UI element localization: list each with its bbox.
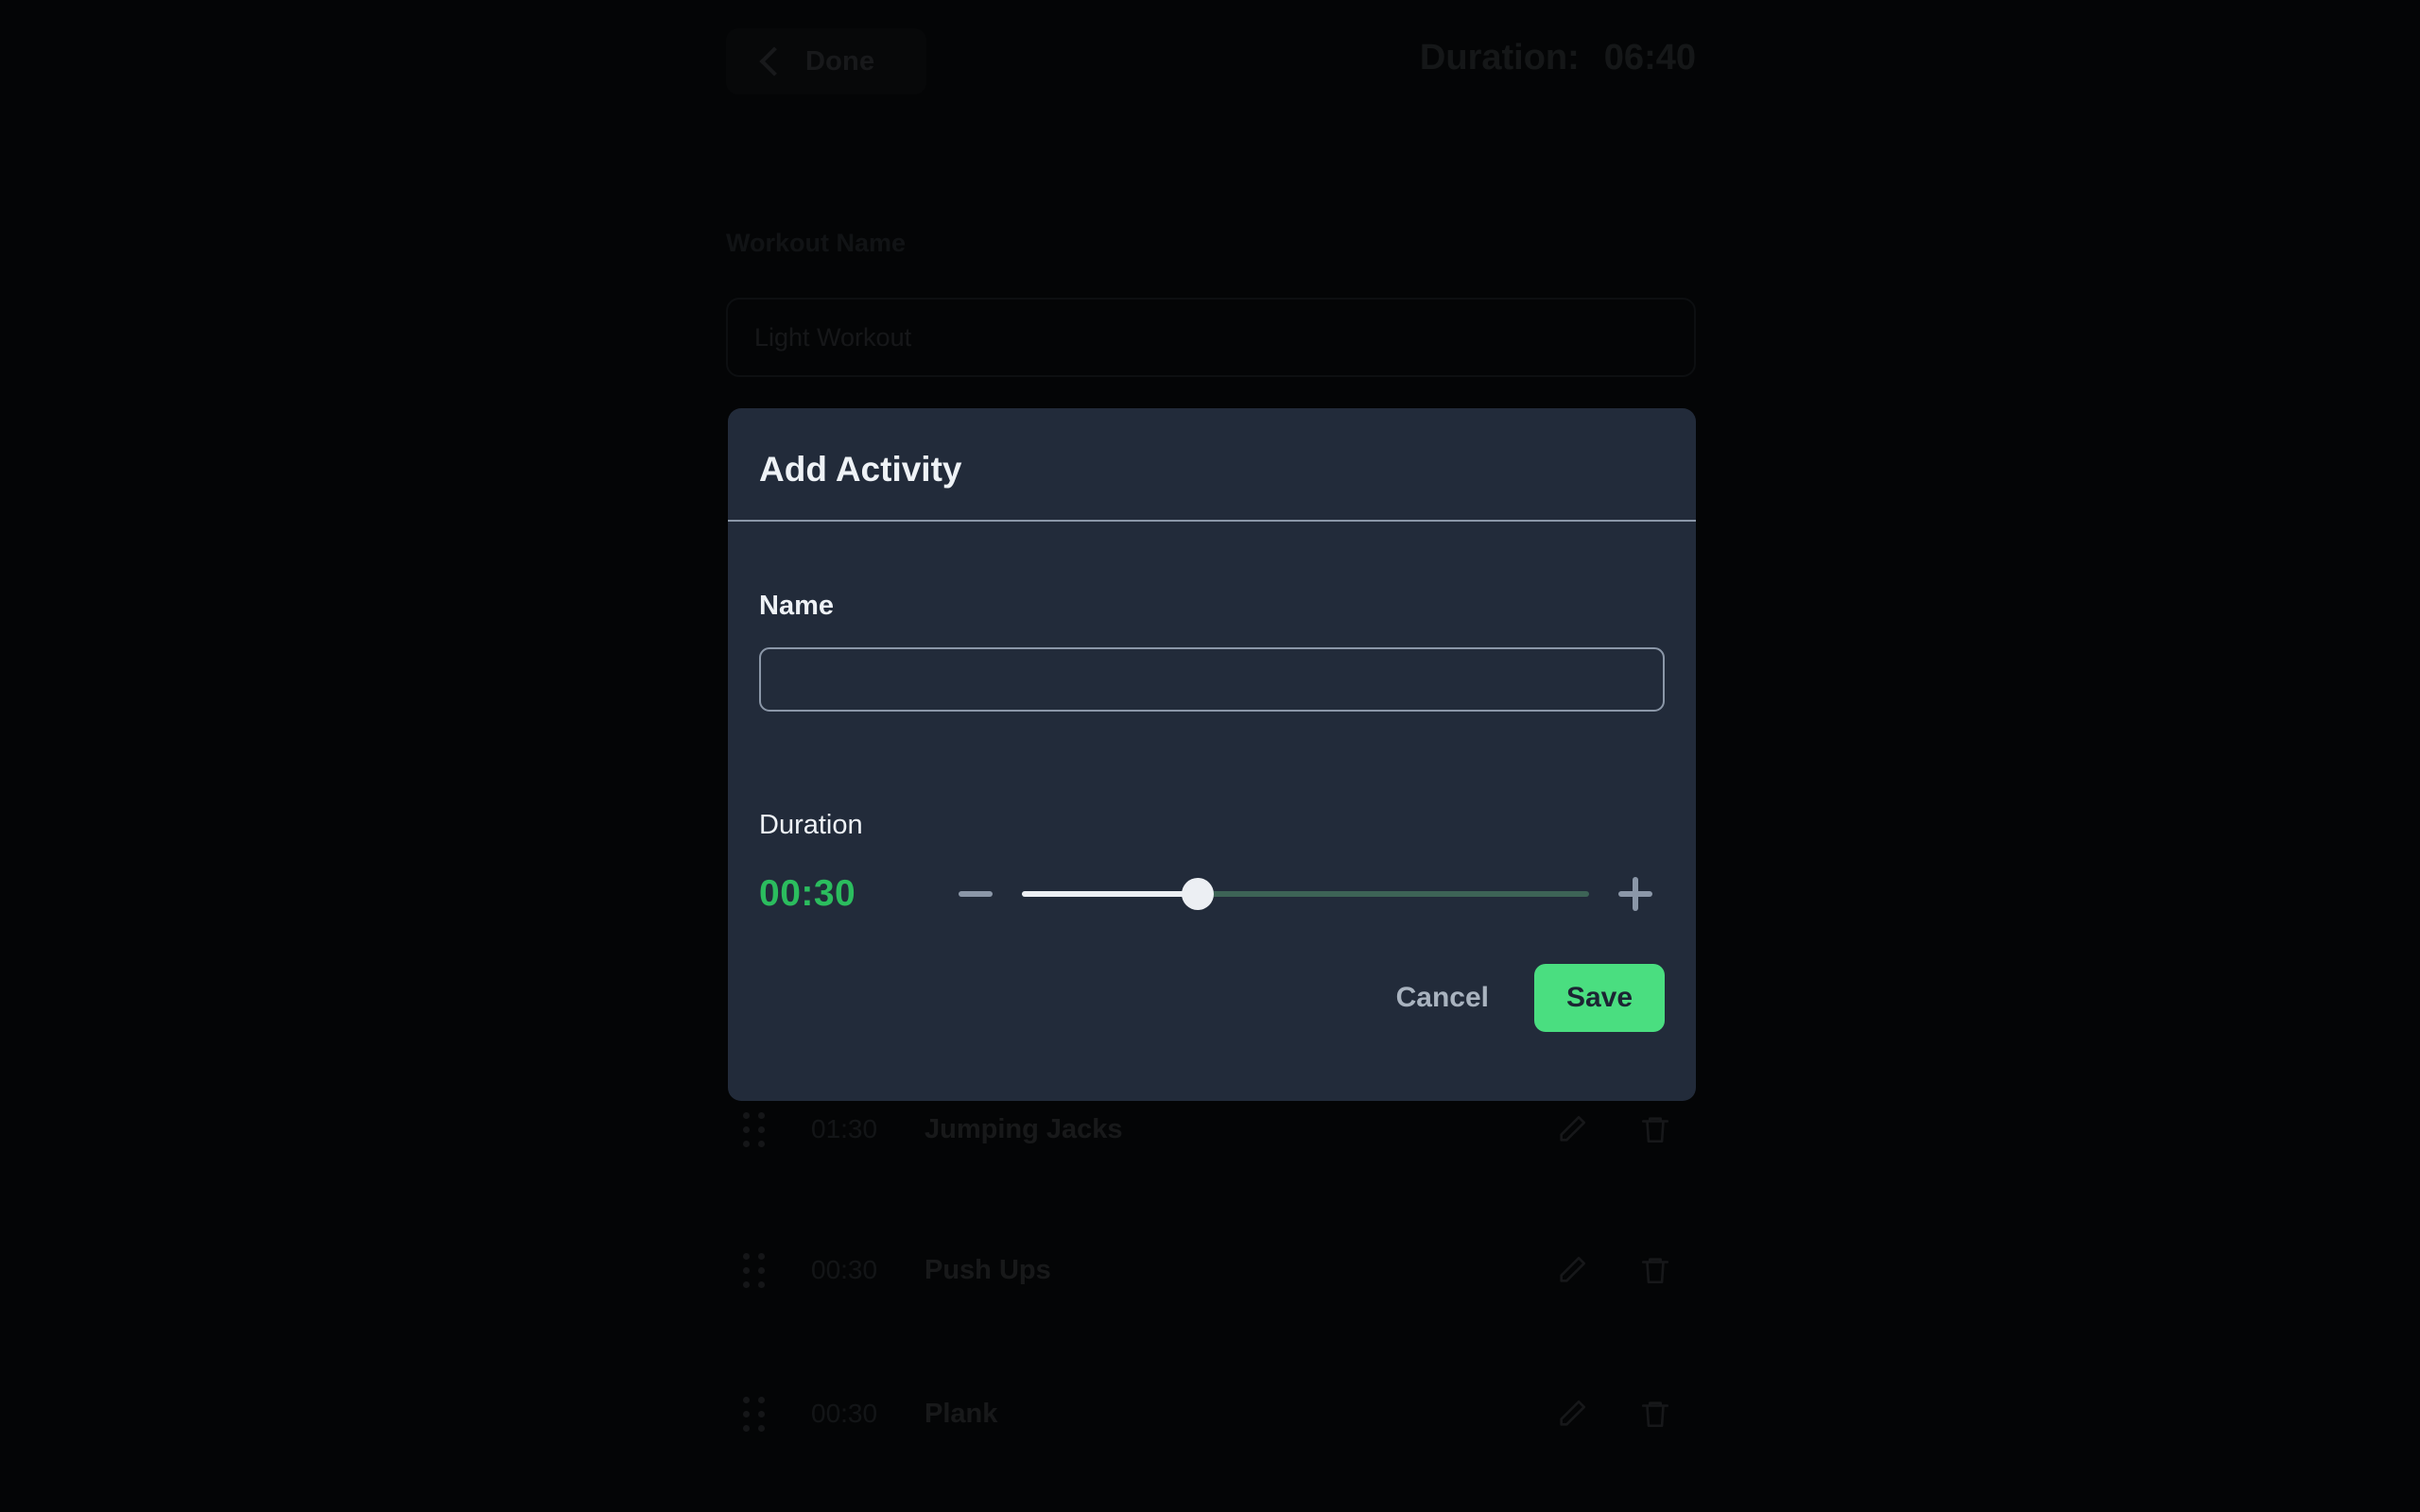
activity-row-1[interactable]: 00:30 Push Ups: [726, 1239, 1696, 1301]
workout-name-label: Workout Name: [726, 229, 907, 257]
dialog-header: Add Activity: [728, 408, 1696, 522]
dialog-title: Add Activity: [759, 450, 962, 489]
cancel-button[interactable]: Cancel: [1389, 969, 1496, 1027]
pencil-icon[interactable]: [1556, 1254, 1588, 1286]
slider-track-fill: [1022, 891, 1198, 897]
app-header: Done Duration: 06:40: [726, 28, 1696, 96]
chevron-left-icon: [759, 46, 789, 77]
row-actions: [1556, 1113, 1696, 1145]
trash-icon[interactable]: [1639, 1398, 1671, 1430]
trash-icon[interactable]: [1639, 1113, 1671, 1145]
row-actions: [1556, 1254, 1696, 1286]
activity-row-0[interactable]: 01:30 Jumping Jacks: [726, 1098, 1696, 1160]
duration-field-label: Duration: [759, 810, 863, 840]
slider-thumb[interactable]: [1182, 878, 1214, 910]
duration-value: 00:30: [759, 873, 856, 914]
done-button-label: Done: [805, 45, 875, 77]
row-actions: [1556, 1398, 1696, 1430]
total-duration: Duration: 06:40: [1420, 38, 1696, 78]
activity-name: Jumping Jacks: [925, 1113, 1123, 1144]
duration-control: 00:30: [759, 866, 1665, 922]
activity-name: Push Ups: [925, 1254, 1051, 1285]
pencil-icon[interactable]: [1556, 1398, 1588, 1430]
drag-handle-icon[interactable]: [741, 1396, 766, 1432]
workout-name-input[interactable]: Light Workout: [726, 298, 1696, 377]
activity-time: 01:30: [811, 1114, 878, 1143]
trash-icon[interactable]: [1639, 1254, 1671, 1286]
plus-icon[interactable]: [1606, 871, 1665, 917]
drag-handle-icon[interactable]: [741, 1111, 766, 1147]
name-field-label: Name: [759, 591, 834, 621]
dialog-actions: Cancel Save: [759, 964, 1665, 1032]
activity-time: 00:30: [811, 1255, 878, 1284]
drag-handle-icon[interactable]: [741, 1252, 766, 1288]
add-activity-dialog: Add Activity Name Duration 00:30 Cancel …: [728, 408, 1696, 1101]
total-duration-value: 06:40: [1603, 38, 1696, 77]
activity-time: 00:30: [811, 1399, 878, 1428]
total-duration-label: Duration:: [1419, 38, 1580, 77]
save-button[interactable]: Save: [1534, 964, 1665, 1032]
workout-name-value: Light Workout: [754, 322, 912, 352]
minus-icon[interactable]: [946, 875, 1005, 913]
app-screen: Done Duration: 06:40 Workout Name Light …: [0, 0, 2420, 1512]
duration-slider[interactable]: [1022, 875, 1589, 913]
activity-name: Plank: [925, 1398, 998, 1429]
done-button[interactable]: Done: [726, 28, 926, 94]
activity-row-2[interactable]: 00:30 Plank: [726, 1383, 1696, 1445]
pencil-icon[interactable]: [1556, 1113, 1588, 1145]
activity-name-input[interactable]: [759, 647, 1665, 712]
